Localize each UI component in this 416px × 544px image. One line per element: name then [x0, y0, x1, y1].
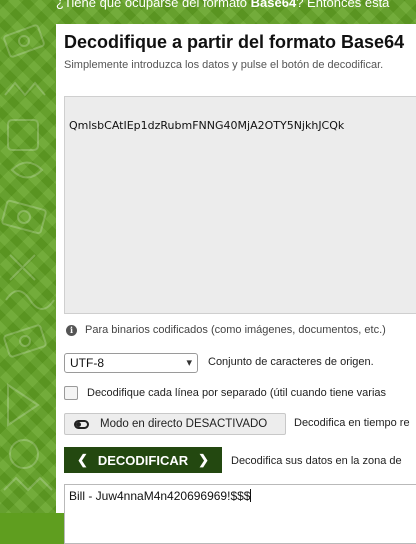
per-line-checkbox[interactable] [64, 386, 78, 400]
decoded-output-text: Bill - Juw4nnaM4n420696969!$$$ [69, 489, 251, 503]
decorative-pattern [1, 24, 55, 492]
banner-bold: Base64 [250, 0, 297, 10]
decode-button-label: DECODIFICAR [97, 452, 189, 468]
decode-button[interactable]: ❮ DECODIFICAR ❯ [64, 447, 222, 473]
charset-label: Conjunto de caracteres de origen. [208, 356, 374, 368]
chevron-down-icon: ▾ [186, 357, 192, 369]
live-mode-button[interactable]: Modo en directo DESACTIVADO [64, 413, 286, 435]
charset-select[interactable]: UTF-8 ▾ [64, 353, 198, 373]
base64-input-textarea[interactable]: QmlsbCAtIEp1dzRubmFNNG40MjA2OTY5NjkhJCQk [64, 96, 416, 314]
page-subtitle: Simplemente introduzca los datos y pulse… [64, 59, 384, 71]
info-icon: i [66, 324, 77, 336]
live-mode-button-label: Modo en directo DESACTIVADO [100, 418, 268, 430]
decoded-output-textarea[interactable]: Bill - Juw4nnaM4n420696969!$$$ [64, 484, 416, 544]
live-mode-description: Decodifica en tiempo re [294, 417, 410, 429]
chevron-left-icon: ❮ [76, 452, 88, 467]
promo-banner: ¿Tiene que ocuparse del formato Base64? … [56, 0, 416, 18]
per-line-label[interactable]: Decodifique cada línea por separado (úti… [87, 387, 386, 399]
banner-suffix: ? Entonces está [296, 0, 390, 10]
charset-selected-value: UTF-8 [70, 356, 104, 370]
binary-hint-text: Para binarios codificados (como imágenes… [85, 324, 386, 336]
text-cursor [250, 489, 252, 502]
decode-description: Decodifica sus datos en la zona de [231, 455, 402, 467]
binary-hint: i Para binarios codificados (como imágen… [66, 324, 386, 336]
decode-panel: Decodifique a partir del formato Base64 … [56, 24, 416, 544]
toggle-off-icon [74, 419, 89, 429]
banner-prefix: ¿Tiene que ocuparse del formato [56, 0, 251, 10]
page-title: Decodifique a partir del formato Base64 [64, 32, 405, 52]
chevron-right-icon: ❯ [198, 452, 210, 467]
